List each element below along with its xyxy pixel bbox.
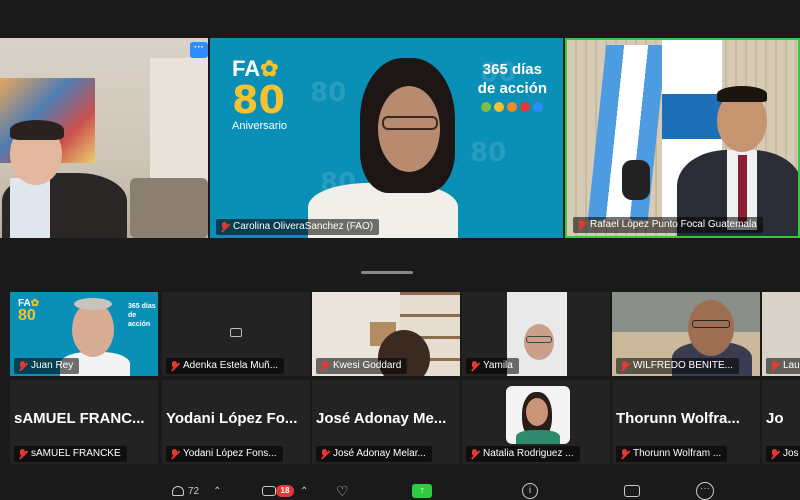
campaign-dot xyxy=(533,102,544,112)
gallery-tile[interactable]: Jo Jos xyxy=(762,380,800,464)
watermark-80: 80 xyxy=(470,138,507,168)
breakout-icon xyxy=(624,485,640,497)
participant-name-tag: sAMUEL FRANCKE xyxy=(14,446,127,462)
tie xyxy=(738,155,747,225)
mic-muted-icon xyxy=(770,360,779,372)
campaign-label-small: 365 días de acción xyxy=(128,303,156,328)
participant-display-name: Thorunn Wolfra... xyxy=(616,410,740,427)
participant-name-tag: Adenka Estela Muñ... xyxy=(166,358,285,374)
speaker-name-tag: Rafael López Punto Focal Guatemala xyxy=(573,217,763,233)
campaign-dot xyxy=(507,102,518,112)
microphone xyxy=(622,160,650,200)
participants-button[interactable]: 72 ⌃ xyxy=(172,482,222,500)
participant-name-tag: Yodani López Fons... xyxy=(166,446,283,462)
participant-name-tag: Natalia Rodriguez ... xyxy=(466,446,580,462)
participant-display-name: sAMUEL FRANC... xyxy=(14,410,145,427)
info-button[interactable]: i xyxy=(522,482,538,500)
participants-icon xyxy=(172,486,184,496)
campaign-dot xyxy=(481,102,492,112)
mic-muted-icon xyxy=(170,360,179,372)
person-head xyxy=(688,300,734,356)
participant-name-tag: José Adonay Melar... xyxy=(316,446,432,462)
participant-name-tag: Lau xyxy=(766,358,800,374)
participant-name-tag: Jos xyxy=(766,446,800,462)
campaign-dot xyxy=(494,102,505,112)
more-button[interactable]: ··· xyxy=(696,482,714,500)
participant-name-tag: Juan Rey xyxy=(14,358,80,374)
shirt xyxy=(10,178,50,238)
gallery-tile[interactable]: José Adonay Me... José Adonay Melar... xyxy=(312,380,460,464)
wall xyxy=(612,292,760,332)
gallery-tile[interactable]: Thorunn Wolfra... Thorunn Wolfram ... xyxy=(612,380,760,464)
mic-muted-icon xyxy=(170,448,179,460)
glasses xyxy=(382,116,438,130)
heart-icon: ♡ xyxy=(336,482,349,499)
breakout-button[interactable] xyxy=(624,482,640,500)
shelf xyxy=(150,58,208,198)
speaker-name-tag: Carolina OliveraSanchez (FAO) xyxy=(216,219,380,235)
campaign-dots xyxy=(478,102,547,112)
mic-muted-icon xyxy=(220,221,229,233)
chevron-up-icon: ⌃ xyxy=(300,485,309,497)
gallery-tile[interactable]: Kwesi Goddard xyxy=(312,292,460,376)
mic-muted-icon xyxy=(470,448,479,460)
hair xyxy=(74,298,112,310)
gallery-tile[interactable]: Lau xyxy=(762,292,800,376)
gallery-tile[interactable]: Natalia Rodriguez ... xyxy=(462,380,610,464)
mic-muted-icon xyxy=(18,448,27,460)
gallery-tile[interactable]: Yodani López Fo... Yodani López Fons... xyxy=(162,380,310,464)
resize-handle[interactable] xyxy=(361,271,413,274)
watermark-80: 80 xyxy=(310,78,347,108)
mic-muted-icon xyxy=(770,448,779,460)
info-icon: i xyxy=(522,483,538,499)
glasses xyxy=(526,336,552,343)
gallery-tile[interactable]: WILFREDO BENITE... xyxy=(612,292,760,376)
participant-name-tag: Thorunn Wolfram ... xyxy=(616,446,728,462)
participant-display-name: Jo xyxy=(766,410,784,427)
participant-display-name: José Adonay Me... xyxy=(316,410,447,427)
chat-unread-badge: 18 xyxy=(276,485,294,497)
fao-logo-small: FA✿ 80 xyxy=(18,298,40,324)
person-head xyxy=(72,302,114,357)
hair xyxy=(717,86,767,102)
campaign-label: 365 días de acción xyxy=(478,60,547,112)
campaign-dot xyxy=(520,102,531,112)
participant-display-name: Yodani López Fo... xyxy=(166,410,298,427)
mic-muted-icon xyxy=(18,360,27,372)
fao-logo: FA✿ 80 Aniversario xyxy=(232,56,288,132)
chevron-up-icon: ⌃ xyxy=(213,485,222,497)
video-tile-speaker-2[interactable]: 80 80 80 80 FA✿ 80 Aniversario 365 días … xyxy=(210,38,563,238)
video-tile-speaker-1[interactable] xyxy=(0,38,208,238)
meeting-toolbar: 72 ⌃ ⌃ ♡ ↑ i ··· xyxy=(0,470,800,500)
participant-name-tag: WILFREDO BENITE... xyxy=(616,358,740,374)
mic-muted-icon xyxy=(320,448,329,460)
mic-muted-icon xyxy=(620,360,629,372)
participant-name-tag: Yamila xyxy=(466,358,519,374)
mic-muted-icon xyxy=(470,360,479,372)
gallery-tile[interactable]: sAMUEL FRANC... sAMUEL FRANCKE xyxy=(10,380,158,464)
meeting-window: ··· 80 80 80 80 FA✿ 80 Aniversario 365 d… xyxy=(0,0,800,500)
video-tile-speaker-3[interactable]: Rafael López Punto Focal Guatemala xyxy=(565,38,800,238)
chair xyxy=(130,178,208,238)
reactions-button[interactable]: ♡ xyxy=(336,482,349,500)
share-screen-button[interactable]: ↑ xyxy=(412,482,432,500)
more-icon: ··· xyxy=(696,482,714,500)
glasses xyxy=(692,320,730,328)
participants-count: 72 xyxy=(188,485,200,497)
hair xyxy=(10,120,64,140)
mic-muted-icon xyxy=(577,219,586,231)
gallery-tile[interactable]: Yamila xyxy=(462,292,610,376)
participant-name-tag: Kwesi Goddard xyxy=(316,358,408,374)
video-off-icon xyxy=(230,328,242,337)
more-options-button[interactable]: ··· xyxy=(190,42,208,58)
gallery-tile[interactable]: Adenka Estela Muñ... xyxy=(162,292,310,376)
gallery-tile[interactable]: FA✿ 80 365 días de acción Juan Rey xyxy=(10,292,158,376)
avatar xyxy=(506,386,570,444)
mic-muted-icon xyxy=(320,360,329,372)
mic-muted-icon xyxy=(620,448,629,460)
share-screen-icon: ↑ xyxy=(412,484,432,498)
chat-icon xyxy=(262,486,276,496)
